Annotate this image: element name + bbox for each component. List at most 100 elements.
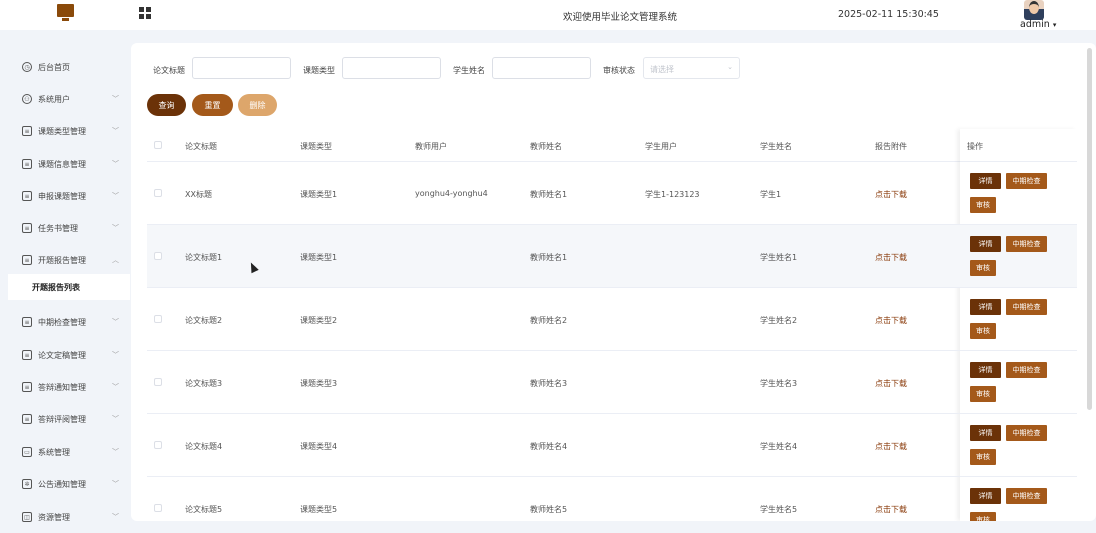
download-link[interactable]: 点击下载 — [875, 504, 907, 515]
sidebar-item-label: 申报课题管理 — [38, 191, 86, 201]
sidebar-item[interactable]: ◫ 资源管理 ﹀ — [0, 501, 130, 533]
col-attachment: 报告附件 — [875, 142, 907, 151]
midterm-check-button[interactable]: 中期检查 — [1006, 425, 1047, 441]
detail-button[interactable]: 详情 — [970, 488, 1001, 504]
sidebar-item-label: 公告通知管理 — [38, 479, 86, 489]
download-link[interactable]: 点击下载 — [875, 252, 907, 263]
sidebar-item-label: 资源管理 — [38, 512, 70, 522]
audit-button[interactable]: 审核 — [970, 512, 996, 521]
sidebar-item[interactable]: ≡ 中期检查管理 ﹀ — [0, 306, 130, 338]
row-checkbox[interactable] — [154, 252, 162, 260]
select-all-checkbox[interactable] — [154, 141, 162, 149]
table-row[interactable]: XX标题 课题类型1 yonghu4-yonghu4 教师姓名1 学生1-123123 学… — [147, 162, 1077, 225]
detail-button[interactable]: 详情 — [970, 236, 1001, 252]
audit-button[interactable]: 审核 — [970, 449, 996, 465]
clock-icon: ◷ — [22, 62, 32, 72]
list-icon: ≡ — [22, 382, 32, 392]
midterm-check-button[interactable]: 中期检查 — [1006, 299, 1047, 315]
cell-topic-type: 课题类型5 — [300, 505, 338, 514]
vertical-scrollbar[interactable] — [1087, 48, 1092, 410]
box-icon: ◫ — [22, 512, 32, 522]
sidebar-item[interactable]: ≡ 答辩评阅管理 ﹀ — [0, 403, 130, 435]
sidebar-item-label: 任务书管理 — [38, 223, 78, 233]
sidebar-item[interactable]: ≡ 申报课题管理 ﹀ — [0, 180, 130, 212]
download-link[interactable]: 点击下载 — [875, 441, 907, 452]
topic-type-input[interactable] — [342, 57, 441, 79]
cell-topic-type: 课题类型1 — [300, 253, 338, 262]
audit-button[interactable]: 审核 — [970, 323, 996, 339]
table-row[interactable]: 论文标题2 课题类型2 教师姓名2 学生姓名2 点击下载 详情 中期检查 审核 — [147, 288, 1077, 351]
row-checkbox[interactable] — [154, 189, 162, 197]
sidebar-item-label: 后台首页 — [38, 62, 70, 72]
sidebar-item-label: 课题信息管理 — [38, 159, 86, 169]
row-checkbox[interactable] — [154, 504, 162, 512]
datetime-display: 2025-02-11 15:30:45 — [838, 9, 939, 20]
list-icon: ≡ — [22, 126, 32, 136]
chevron-up-icon: ︿ — [112, 256, 119, 264]
sidebar-item[interactable]: ≡ 开题报告管理 ︿ — [0, 244, 130, 276]
sidebar-item[interactable]: ◷ 后台首页 — [0, 51, 130, 83]
col-teacher-user: 教师用户 — [415, 142, 447, 151]
table-row[interactable]: 论文标题3 课题类型3 教师姓名3 学生姓名3 点击下载 详情 中期检查 审核 — [147, 351, 1077, 414]
midterm-check-button[interactable]: 中期检查 — [1006, 488, 1047, 504]
table-row[interactable]: 论文标题4 课题类型4 教师姓名4 学生姓名4 点击下载 详情 中期检查 审核 — [147, 414, 1077, 477]
detail-button[interactable]: 详情 — [970, 362, 1001, 378]
user-icon: ⚇ — [22, 94, 32, 104]
midterm-check-button[interactable]: 中期检查 — [1006, 362, 1047, 378]
cell-teacher-name: 教师姓名4 — [530, 442, 568, 451]
thesis-title-input[interactable] — [192, 57, 291, 79]
row-checkbox[interactable] — [154, 315, 162, 323]
download-link[interactable]: 点击下载 — [875, 315, 907, 326]
reset-button[interactable]: 重置 — [192, 94, 233, 116]
thesis-title-label: 论文标题 — [153, 66, 185, 75]
cell-topic-type: 课题类型3 — [300, 379, 338, 388]
detail-button[interactable]: 详情 — [970, 299, 1001, 315]
sidebar-subitem-proposal-list[interactable]: 开题报告列表 — [8, 274, 130, 300]
list-icon: ≡ — [22, 317, 32, 327]
audit-status-label: 审核状态 — [603, 66, 635, 75]
table-row[interactable]: 论文标题1 课题类型1 教师姓名1 学生姓名1 点击下载 详情 中期检查 审核 — [147, 225, 1077, 288]
chevron-down-icon: ﹀ — [112, 95, 119, 103]
sidebar-item[interactable]: ⚇ 系统用户 ﹀ — [0, 83, 130, 115]
table-row[interactable]: 论文标题5 课题类型5 教师姓名5 学生姓名5 点击下载 详情 中期检查 审核 — [147, 477, 1077, 521]
query-button[interactable]: 查询 — [147, 94, 186, 116]
detail-button[interactable]: 详情 — [970, 173, 1001, 189]
audit-status-select[interactable]: 请选择 ⌄ — [643, 57, 740, 79]
audit-button[interactable]: 审核 — [970, 260, 996, 276]
sidebar-item[interactable]: ≡ 论文定稿管理 ﹀ — [0, 339, 130, 371]
sidebar-item[interactable]: ≡ 课题类型管理 ﹀ — [0, 115, 130, 147]
detail-button[interactable]: 详情 — [970, 425, 1001, 441]
user-menu[interactable]: admin ▾ — [1020, 19, 1056, 30]
main-panel: 论文标题 课题类型 学生姓名 审核状态 请选择 ⌄ 查询 重置 删除 论文标题 课… — [131, 43, 1096, 521]
chevron-down-icon: ﹀ — [112, 192, 119, 200]
cell-student-name: 学生姓名5 — [760, 505, 798, 514]
sidebar-item-label: 课题类型管理 — [38, 126, 86, 136]
audit-button[interactable]: 审核 — [970, 386, 996, 402]
col-topic-type: 课题类型 — [300, 142, 332, 151]
list-icon: ≡ — [22, 255, 32, 265]
row-checkbox[interactable] — [154, 441, 162, 449]
audit-button[interactable]: 审核 — [970, 197, 996, 213]
cell-student-user: 学生1-123123 — [645, 190, 700, 199]
cell-student-name: 学生1 — [760, 190, 782, 199]
sidebar-item[interactable]: ≡ 任务书管理 ﹀ — [0, 212, 130, 244]
sidebar-item[interactable]: ✲ 公告通知管理 ﹀ — [0, 468, 130, 500]
sidebar-item-label: 答辩评阅管理 — [38, 414, 86, 424]
delete-button[interactable]: 删除 — [238, 94, 277, 116]
row-checkbox[interactable] — [154, 378, 162, 386]
student-name-input[interactable] — [492, 57, 591, 79]
sidebar-item[interactable]: ≡ 课题信息管理 ﹀ — [0, 148, 130, 180]
cell-thesis-title: 论文标题1 — [185, 253, 223, 262]
sidebar-item[interactable]: ≡ 答辩通知管理 ﹀ — [0, 371, 130, 403]
audit-status-placeholder: 请选择 — [650, 65, 674, 74]
download-link[interactable]: 点击下载 — [875, 189, 907, 200]
midterm-check-button[interactable]: 中期检查 — [1006, 173, 1047, 189]
sidebar-item-label: 开题报告管理 — [38, 255, 86, 265]
sidebar-item[interactable]: ▭ 系统管理 ﹀ — [0, 436, 130, 468]
chevron-down-icon: ﹀ — [112, 318, 119, 326]
grid-menu-icon[interactable] — [139, 7, 151, 19]
download-link[interactable]: 点击下载 — [875, 378, 907, 389]
col-teacher-name: 教师姓名 — [530, 142, 562, 151]
avatar[interactable] — [1024, 0, 1044, 20]
midterm-check-button[interactable]: 中期检查 — [1006, 236, 1047, 252]
